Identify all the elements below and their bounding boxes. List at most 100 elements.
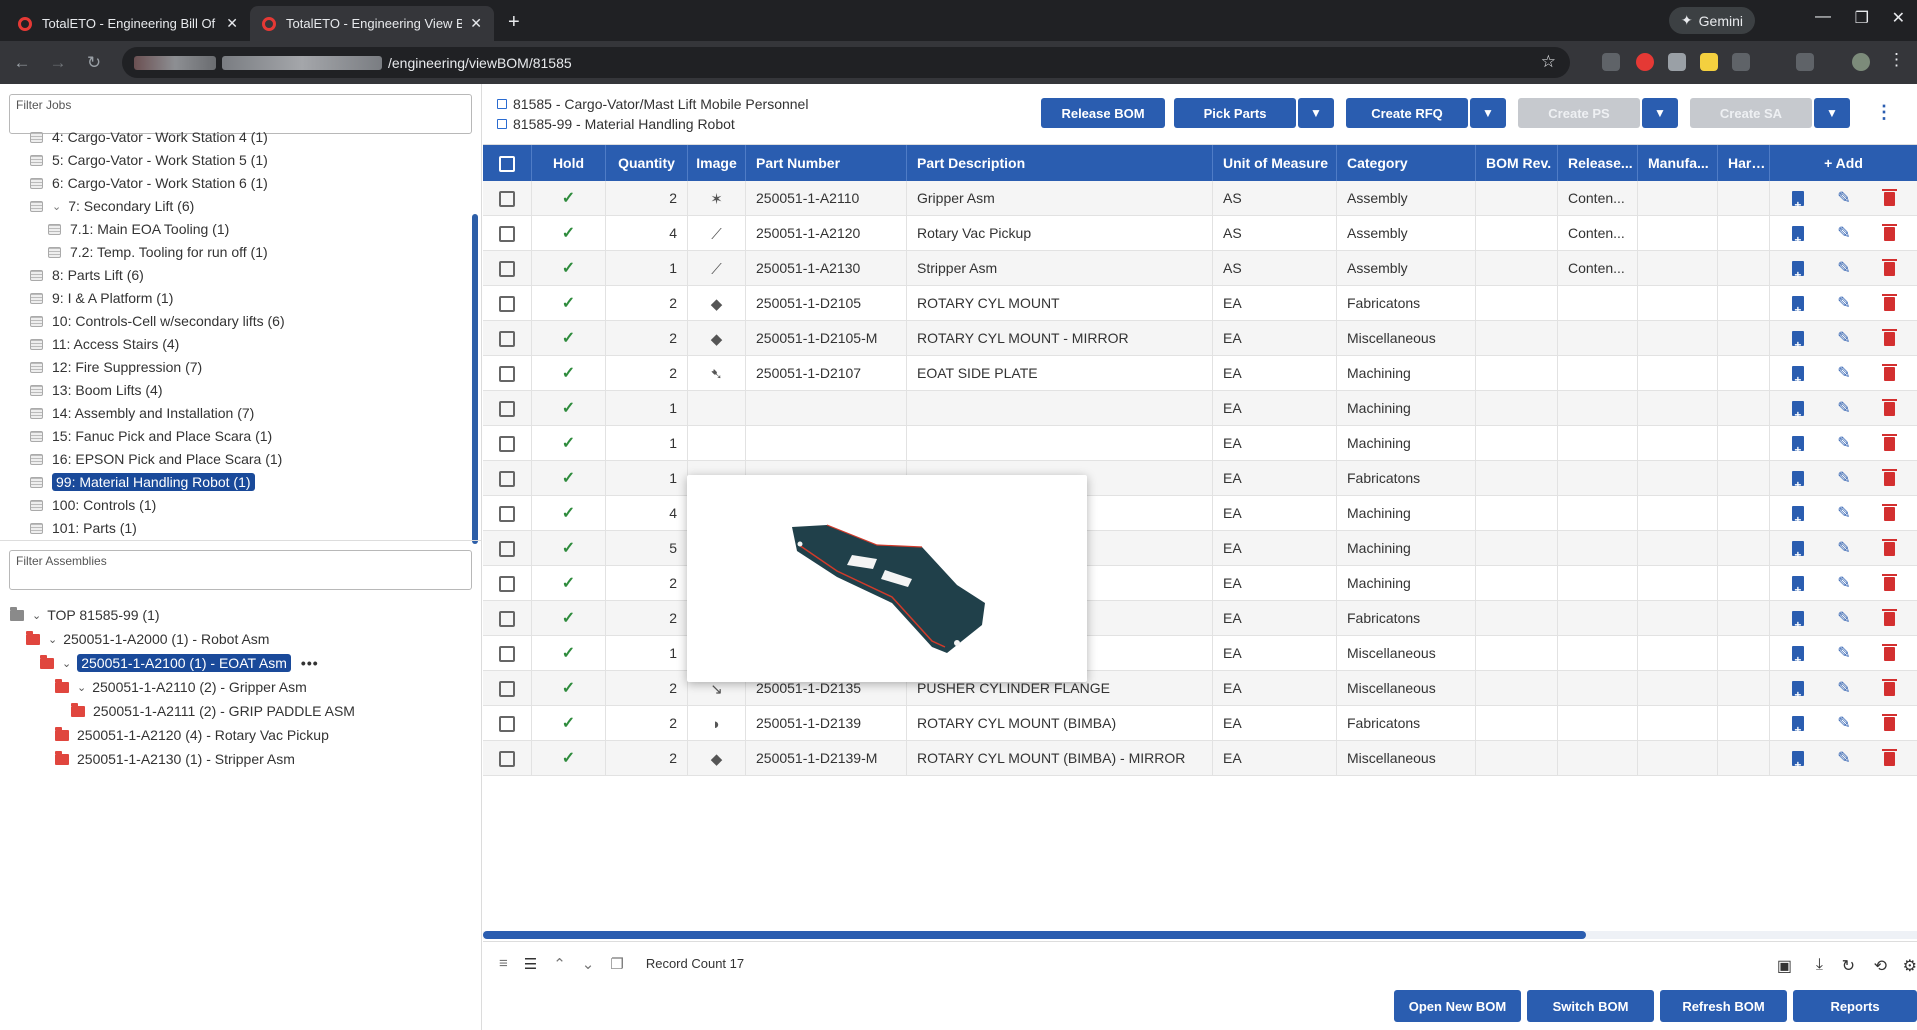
release-cell[interactable]: [1558, 321, 1638, 356]
edit-pencil-icon[interactable]: ✎: [1837, 566, 1850, 601]
add-document-icon[interactable]: [1792, 188, 1805, 216]
manufacturer-cell[interactable]: [1638, 706, 1718, 741]
part-description-cell[interactable]: EOAT SIDE PLATE: [907, 356, 1213, 391]
hardness-cell[interactable]: [1718, 706, 1770, 741]
delete-trash-icon[interactable]: [1881, 433, 1897, 451]
job-item[interactable]: 12: Fire Suppression (7): [30, 356, 202, 378]
uom-cell[interactable]: EA: [1213, 531, 1337, 566]
add-document-icon[interactable]: [1792, 573, 1805, 601]
add-document-icon[interactable]: [1792, 398, 1805, 426]
add-document-icon[interactable]: [1792, 643, 1805, 671]
new-tab-icon[interactable]: +: [508, 11, 520, 34]
browser-tab-2[interactable]: TotalETO - Engineering View BO ✕: [250, 6, 494, 41]
hardness-cell[interactable]: [1718, 356, 1770, 391]
add-document-icon[interactable]: [1792, 258, 1805, 286]
row-checkbox[interactable]: [483, 531, 532, 566]
tree-node[interactable]: 250051-1-A2111 (2) - GRIP PADDLE ASM: [71, 700, 355, 722]
switch-bom-button[interactable]: Switch BOM: [1527, 990, 1654, 1022]
hardness-cell[interactable]: [1718, 216, 1770, 251]
row-checkbox[interactable]: [483, 321, 532, 356]
release-cell[interactable]: [1558, 531, 1638, 566]
table-row[interactable]: ✓ 2 ◆ 250051-1-D2105 ROTARY CYL MOUNT EA Fabri…: [483, 286, 1917, 321]
quantity-cell[interactable]: 2: [606, 601, 688, 636]
add-document-icon[interactable]: [1792, 678, 1805, 706]
select-all-checkbox[interactable]: [483, 145, 532, 181]
bom-rev-cell[interactable]: [1476, 601, 1558, 636]
manufacturer-cell[interactable]: [1638, 566, 1718, 601]
job-item[interactable]: 8: Parts Lift (6): [30, 264, 144, 286]
refresh-icon[interactable]: ↻: [1842, 956, 1855, 976]
bom-rev-cell[interactable]: [1476, 321, 1558, 356]
delete-trash-icon[interactable]: [1881, 468, 1897, 486]
create-ps-dropdown[interactable]: ▼: [1642, 98, 1678, 128]
job-item[interactable]: 10: Controls-Cell w/secondary lifts (6): [30, 310, 285, 332]
table-row[interactable]: ✓ 2 ◗ 250051-1-D2139 ROTARY CYL MOUNT (BIMBA…: [483, 706, 1917, 741]
tree-node[interactable]: ⌄ 250051-1-A2110 (2) - Gripper Asm: [55, 676, 307, 698]
job-item[interactable]: 6: Cargo-Vator - Work Station 6 (1): [30, 172, 268, 194]
row-checkbox[interactable]: [483, 566, 532, 601]
add-document-icon[interactable]: [1792, 503, 1805, 531]
part-number-cell[interactable]: 250051-1-D2139-M: [746, 741, 907, 776]
edit-pencil-icon[interactable]: ✎: [1837, 216, 1850, 251]
hardness-cell[interactable]: [1718, 251, 1770, 286]
quantity-cell[interactable]: 2: [606, 741, 688, 776]
browser-tab-1[interactable]: TotalETO - Engineering Bill Of M ✕: [6, 6, 250, 41]
create-rfq-dropdown[interactable]: ▼: [1470, 98, 1506, 128]
tree-node[interactable]: 250051-1-A2120 (4) - Rotary Vac Pickup: [55, 724, 329, 746]
download-icon[interactable]: ⤓: [1816, 956, 1823, 974]
history-icon[interactable]: ⟲: [1874, 956, 1887, 976]
image-cell[interactable]: ◗: [688, 706, 746, 741]
category-cell[interactable]: Machining: [1337, 356, 1476, 391]
release-cell[interactable]: [1558, 461, 1638, 496]
tree-node-selected[interactable]: ⌄ 250051-1-A2100 (1) - EOAT Asm •••: [40, 652, 319, 674]
job-item[interactable]: 16: EPSON Pick and Place Scara (1): [30, 448, 282, 470]
category-cell[interactable]: Machining: [1337, 496, 1476, 531]
manufacturer-cell[interactable]: [1638, 461, 1718, 496]
image-cell[interactable]: [688, 391, 746, 426]
chevron-down-icon[interactable]: ⌄: [52, 200, 61, 213]
row-checkbox[interactable]: [483, 251, 532, 286]
table-row[interactable]: ✓ 1 ⟋ 250051-1-A2130 Stripper Asm AS Assembly C…: [483, 251, 1917, 286]
release-cell[interactable]: [1558, 391, 1638, 426]
delete-trash-icon[interactable]: [1881, 293, 1897, 311]
uom-cell[interactable]: EA: [1213, 636, 1337, 671]
image-cell[interactable]: ✶: [688, 181, 746, 216]
scrollbar-thumb[interactable]: [483, 931, 1586, 939]
add-document-icon[interactable]: [1792, 363, 1805, 391]
extension-icon[interactable]: [1636, 53, 1654, 71]
expand-icon[interactable]: ⌄: [582, 955, 595, 973]
bom-rev-cell[interactable]: [1476, 566, 1558, 601]
grid-horizontal-scrollbar[interactable]: [483, 931, 1917, 939]
back-icon[interactable]: ←: [8, 53, 36, 73]
row-checkbox[interactable]: [483, 601, 532, 636]
release-cell[interactable]: Conten...: [1558, 216, 1638, 251]
uom-cell[interactable]: AS: [1213, 181, 1337, 216]
quantity-cell[interactable]: 4: [606, 216, 688, 251]
job-item[interactable]: 13: Boom Lifts (4): [30, 379, 163, 401]
job-item[interactable]: 14: Assembly and Installation (7): [30, 402, 254, 424]
edit-pencil-icon[interactable]: ✎: [1837, 321, 1850, 356]
hardness-cell[interactable]: [1718, 426, 1770, 461]
add-document-icon[interactable]: [1792, 223, 1805, 251]
category-cell[interactable]: Machining: [1337, 426, 1476, 461]
quantity-cell[interactable]: 1: [606, 636, 688, 671]
uom-cell[interactable]: EA: [1213, 356, 1337, 391]
browser-menu-icon[interactable]: ⋮: [1888, 50, 1905, 70]
manufacturer-cell[interactable]: [1638, 356, 1718, 391]
category-cell[interactable]: Machining: [1337, 391, 1476, 426]
bom-rev-cell[interactable]: [1476, 531, 1558, 566]
col-manufacturer[interactable]: Manufa...: [1638, 145, 1718, 181]
bom-rev-cell[interactable]: [1476, 671, 1558, 706]
quantity-cell[interactable]: 2: [606, 706, 688, 741]
delete-trash-icon[interactable]: [1881, 188, 1897, 206]
collapse-icon[interactable]: ⌃: [553, 955, 566, 973]
part-description-cell[interactable]: ROTARY CYL MOUNT (BIMBA): [907, 706, 1213, 741]
external-link-icon[interactable]: [497, 99, 507, 109]
hardness-cell[interactable]: [1718, 601, 1770, 636]
edit-pencil-icon[interactable]: ✎: [1837, 426, 1850, 461]
category-cell[interactable]: Assembly: [1337, 216, 1476, 251]
release-cell[interactable]: [1558, 426, 1638, 461]
release-cell[interactable]: Conten...: [1558, 181, 1638, 216]
category-cell[interactable]: Miscellaneous: [1337, 671, 1476, 706]
delete-trash-icon[interactable]: [1881, 223, 1897, 241]
